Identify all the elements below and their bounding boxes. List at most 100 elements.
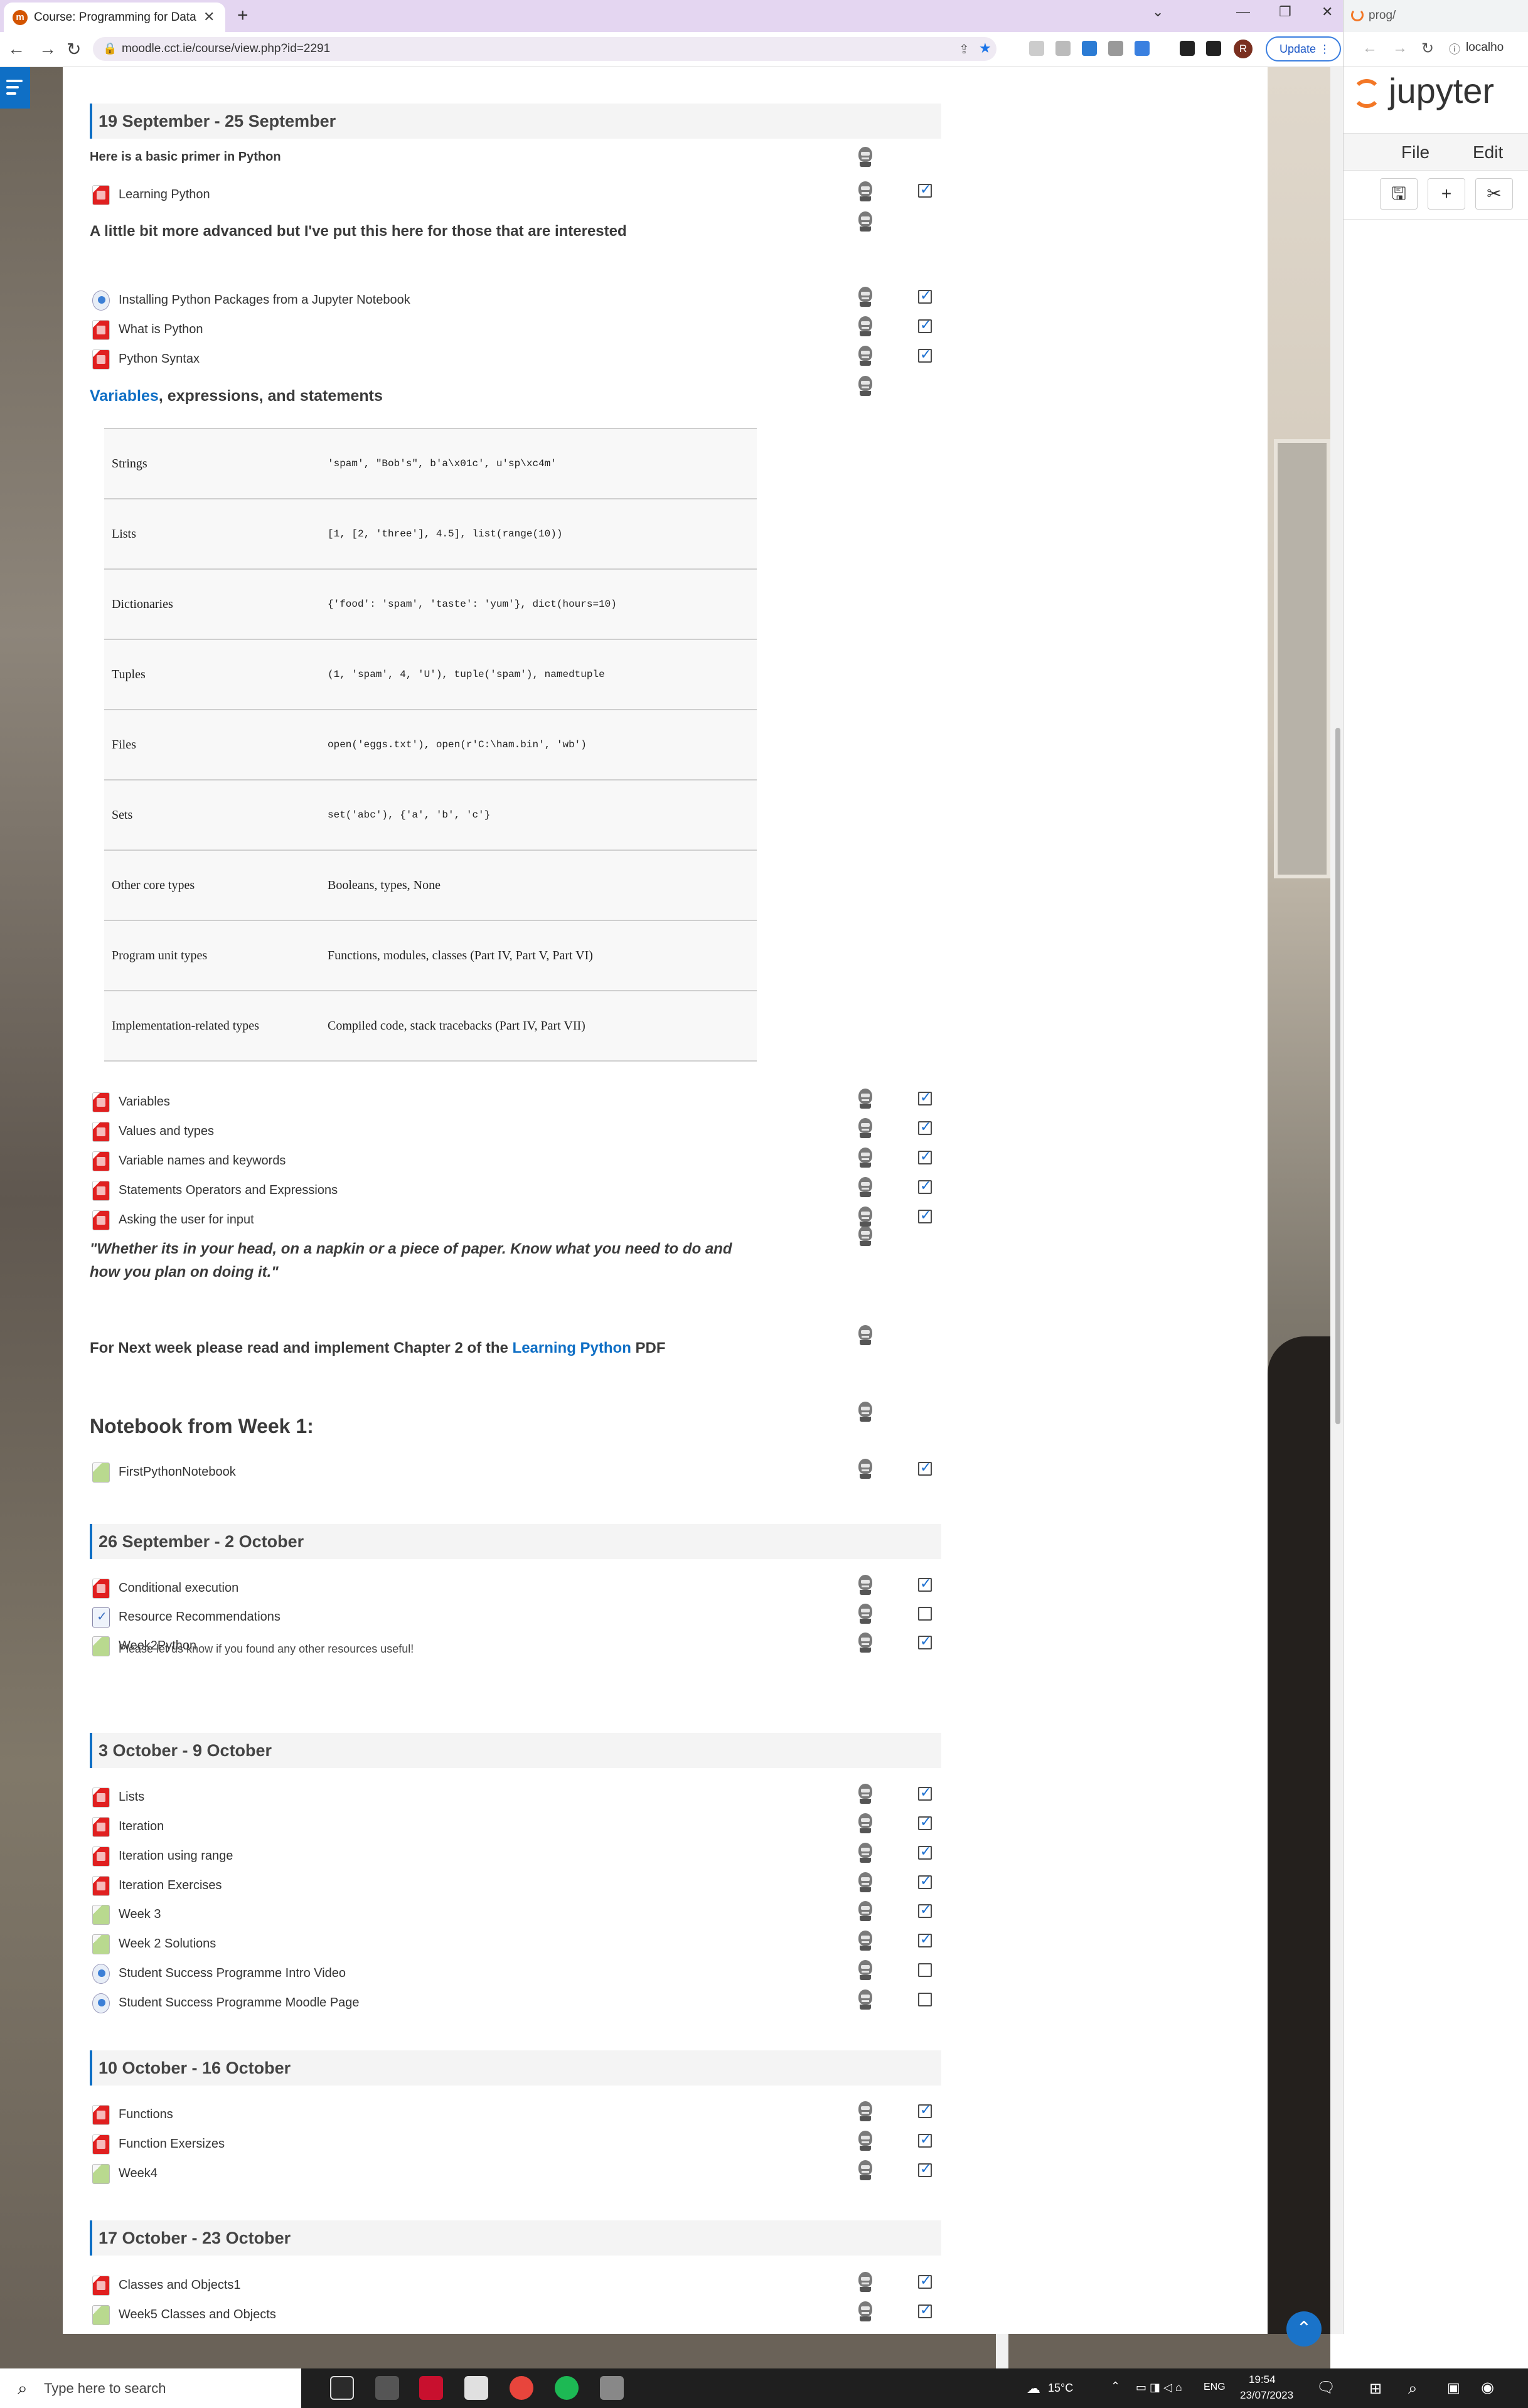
variables-link[interactable]: Variables <box>90 387 159 405</box>
section-header[interactable]: 17 October - 23 October <box>90 2220 941 2256</box>
tray-icons[interactable]: ▭ ◨ ◁ ⌂ <box>1136 2381 1182 2394</box>
completion-checkbox[interactable] <box>918 1089 932 1105</box>
language-indicator[interactable]: ENG <box>1204 2382 1226 2393</box>
type-name-cell: Implementation-related types <box>104 990 328 1062</box>
completion-checkbox[interactable] <box>918 1119 932 1135</box>
side-panel-icon[interactable] <box>1206 41 1221 56</box>
horizontal-scroll-arrow[interactable] <box>996 2334 1008 2368</box>
jupyter-address-bar: ← → ↻ ⓘ localho <box>1344 32 1528 67</box>
new-tab-button[interactable]: + <box>237 5 248 26</box>
share-icon[interactable]: ⇪ <box>959 41 970 57</box>
menu-edit[interactable]: Edit <box>1473 142 1503 162</box>
completion-checkbox[interactable] <box>918 1963 932 1977</box>
completion-checkbox[interactable] <box>918 1575 932 1592</box>
pdf-icon <box>92 1876 110 1896</box>
extension-icon[interactable] <box>1082 41 1097 56</box>
task-view-icon[interactable]: ▣ <box>1447 2380 1460 2396</box>
browser-tab-active[interactable]: m Course: Programming for Data A ✕ <box>4 3 225 32</box>
section-header[interactable]: 3 October - 9 October <box>90 1733 941 1768</box>
completion-checkbox[interactable] <box>918 181 932 198</box>
notification-icon[interactable]: 🗨 <box>1317 2379 1335 2397</box>
search-icon[interactable]: ⌕ <box>1408 2379 1418 2399</box>
section-header[interactable]: 10 October - 16 October <box>90 2050 941 2086</box>
weather-temp[interactable]: 15°C <box>1048 2382 1073 2395</box>
jupyter-logo[interactable]: jupyter <box>1352 70 1494 111</box>
jupyter-url[interactable]: localho <box>1466 41 1504 55</box>
completion-checkbox[interactable] <box>918 346 932 363</box>
tab-search-chevron-icon[interactable]: ⌄ <box>1152 4 1163 20</box>
course-index-drawer-button[interactable] <box>0 67 30 109</box>
menu-file[interactable]: File <box>1401 142 1429 162</box>
completion-checkbox[interactable] <box>918 1178 932 1194</box>
completion-checkbox[interactable] <box>918 1843 932 1860</box>
type-example-cell: 'spam', "Bob's", b'a\x01c', u'sp\xc4m' <box>328 428 757 499</box>
completion-checkbox[interactable] <box>918 1873 932 1889</box>
cut-icon[interactable]: ✂ <box>1475 178 1513 210</box>
notebook-file-icon <box>92 1636 110 1656</box>
monologo-icon <box>857 1148 874 1168</box>
extension-icon[interactable] <box>1108 41 1123 56</box>
scrollbar-thumb[interactable] <box>1335 728 1340 1424</box>
completion-checkbox[interactable] <box>918 1148 932 1164</box>
file-app-icon[interactable] <box>464 2376 488 2400</box>
close-window-button[interactable]: ✕ <box>1322 4 1333 20</box>
pdf-icon <box>92 1846 110 1867</box>
completion-checkbox[interactable] <box>918 1814 932 1830</box>
file-explorer-icon[interactable] <box>600 2376 624 2400</box>
extension-icon[interactable] <box>1029 41 1044 56</box>
completion-checkbox[interactable] <box>918 2272 932 2289</box>
bookmark-star-icon[interactable]: ★ <box>979 40 991 56</box>
completion-checkbox[interactable] <box>918 2302 932 2318</box>
completion-checkbox[interactable] <box>918 1607 932 1621</box>
clock-time[interactable]: 19:54 <box>1249 2373 1276 2386</box>
windows-start-icon[interactable]: ⊞ <box>1369 2380 1382 2398</box>
completion-checkbox[interactable] <box>918 1633 932 1649</box>
add-cell-icon[interactable]: + <box>1428 178 1465 210</box>
clock-date[interactable]: 23/07/2023 <box>1240 2389 1293 2402</box>
restore-button[interactable]: ❐ <box>1279 4 1291 20</box>
completion-checkbox[interactable] <box>918 1207 932 1223</box>
forward-arrow-icon[interactable]: → <box>1392 40 1408 57</box>
edge-icon[interactable]: ◉ <box>1481 2379 1494 2397</box>
jupyter-menubar: File Edit <box>1344 133 1528 171</box>
completion-checkbox[interactable] <box>918 317 932 333</box>
completion-checkbox[interactable] <box>918 2102 932 2118</box>
spotify-icon[interactable] <box>555 2376 579 2400</box>
chevron-up-icon[interactable]: ⌃ <box>1111 2380 1120 2393</box>
label-primer: Here is a basic primer in Python <box>90 150 281 164</box>
taskbar-search-box[interactable]: ⌕ Type here to search <box>0 2368 301 2408</box>
completion-checkbox[interactable] <box>918 2161 932 2177</box>
extension-icon[interactable] <box>1055 41 1071 56</box>
address-bar[interactable]: 🔒 moodle.cct.ie/course/view.php?id=2291 … <box>93 37 996 61</box>
completion-checkbox[interactable] <box>918 1902 932 1918</box>
section-header[interactable]: 26 September - 2 October <box>90 1524 941 1559</box>
update-button[interactable]: Update ⋮ <box>1266 36 1341 61</box>
task-view-icon[interactable] <box>330 2376 354 2400</box>
completion-checkbox[interactable] <box>918 1459 932 1476</box>
back-arrow-icon[interactable]: ← <box>1362 40 1377 57</box>
back-to-top-button[interactable]: ⌃ <box>1286 2311 1322 2347</box>
section-header[interactable]: 19 September - 25 September <box>90 104 941 139</box>
pdf-app-icon[interactable] <box>419 2376 443 2400</box>
puzzle-extensions-icon[interactable] <box>1180 41 1195 56</box>
save-icon[interactable]: 🖫 <box>1380 178 1418 210</box>
completion-checkbox[interactable] <box>918 287 932 304</box>
tab-close-icon[interactable]: ✕ <box>203 9 215 25</box>
app-icon[interactable] <box>375 2376 399 2400</box>
completion-checkbox[interactable] <box>918 1993 932 2006</box>
reload-icon[interactable]: ↻ <box>1421 40 1434 58</box>
translate-extension-icon[interactable] <box>1135 41 1150 56</box>
type-example-cell: open('eggs.txt'), open(r'C:\ham.bin', 'w… <box>328 709 757 780</box>
back-arrow-icon[interactable]: ← <box>8 39 25 59</box>
forward-arrow-icon[interactable]: → <box>39 39 56 59</box>
completion-checkbox[interactable] <box>918 2131 932 2148</box>
chrome-icon[interactable] <box>510 2376 533 2400</box>
completion-checkbox[interactable] <box>918 1784 932 1801</box>
completion-checkbox[interactable] <box>918 1931 932 1947</box>
jupyter-tab[interactable]: prog/ <box>1344 0 1528 32</box>
profile-avatar[interactable]: R <box>1234 40 1253 58</box>
minimize-button[interactable]: — <box>1236 4 1250 20</box>
learning-python-link[interactable]: Learning Python <box>513 1340 631 1356</box>
monologo-icon <box>857 1843 874 1863</box>
reload-icon[interactable]: ↻ <box>67 39 81 60</box>
